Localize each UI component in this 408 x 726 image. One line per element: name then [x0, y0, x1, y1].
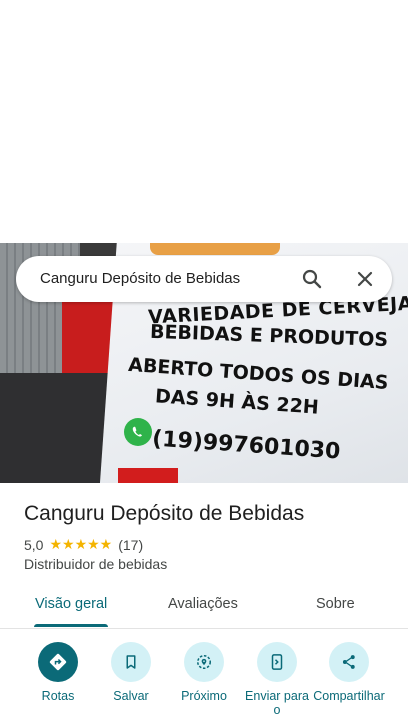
map-area-blank [0, 0, 408, 243]
save-button[interactable]: Salvar [93, 642, 169, 703]
nearby-icon [184, 642, 224, 682]
share-icon [329, 642, 369, 682]
rating-row[interactable]: 5,0 ★★★★★ (17) [24, 536, 143, 553]
photo-sign-red-strip [118, 468, 178, 483]
search-bar[interactable]: Canguru Depósito de Bebidas [16, 256, 392, 302]
nearby-button[interactable]: Próximo [166, 642, 242, 703]
directions-icon [38, 642, 78, 682]
directions-button[interactable]: Rotas [20, 642, 96, 703]
send-to-phone-label: Enviar para o [245, 689, 309, 717]
action-buttons: Rotas Salvar Próximo Enviar para o Compa… [0, 642, 408, 726]
whatsapp-icon [124, 418, 152, 446]
nearby-label: Próximo [181, 689, 227, 703]
place-title: Canguru Depósito de Bebidas [24, 502, 305, 525]
rating-value: 5,0 [24, 536, 44, 553]
save-label: Salvar [113, 689, 149, 703]
place-category[interactable]: Distribuidor de bebidas [24, 556, 167, 572]
share-label: Compartilhar [313, 689, 385, 703]
tab-bar: Visão geral Avaliações Sobre [0, 586, 408, 629]
bookmark-icon [111, 642, 151, 682]
send-to-phone-icon [257, 642, 297, 682]
directions-label: Rotas [41, 689, 75, 703]
review-count[interactable]: (17) [118, 537, 143, 553]
send-to-phone-button[interactable]: Enviar para o [239, 642, 315, 717]
share-button[interactable]: Compartilhar [311, 642, 387, 703]
search-icon[interactable] [300, 267, 324, 291]
active-tab-indicator [34, 624, 108, 627]
tab-reviews[interactable]: Avaliações [168, 596, 238, 612]
search-input[interactable]: Canguru Depósito de Bebidas [40, 270, 240, 287]
star-rating-icon: ★★★★★ [49, 536, 113, 552]
tab-overview[interactable]: Visão geral [35, 596, 107, 612]
close-icon[interactable] [353, 267, 377, 291]
photo-sign-decoration [150, 243, 280, 255]
tab-about[interactable]: Sobre [316, 596, 355, 612]
